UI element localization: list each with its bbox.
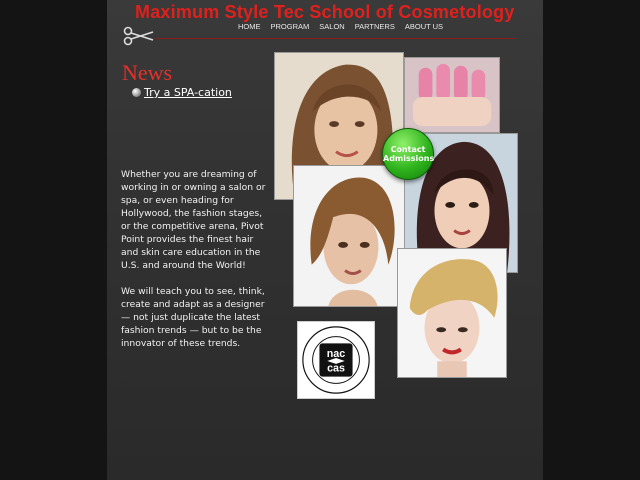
naccas-bottom-text: cas — [327, 363, 345, 375]
intro-text: Whether you are dreaming of working in o… — [121, 168, 271, 363]
news-link-spa-cation[interactable]: Try a SPA-cation — [144, 86, 232, 99]
photo-pink-nails — [404, 57, 500, 133]
photo-model-blonde-fringe — [397, 248, 507, 378]
photo-model-short-bob — [293, 165, 405, 307]
nav-program[interactable]: PROGRAM — [271, 22, 310, 31]
site-title: Maximum Style Tec School of Cosmetology — [135, 2, 515, 22]
intro-paragraph-1: Whether you are dreaming of working in o… — [121, 169, 266, 271]
nav-partners[interactable]: PARTNERS — [355, 22, 395, 31]
nav-salon[interactable]: SALON — [319, 22, 344, 31]
contact-label-line1: Contact — [390, 145, 426, 154]
main-nav: HOME PROGRAM SALON PARTNERS ABOUT US — [238, 22, 443, 31]
bullet-icon — [132, 88, 141, 97]
scissors-icon — [123, 26, 154, 46]
nav-home[interactable]: HOME — [238, 22, 261, 31]
contact-label-line2: Admissions — [383, 154, 435, 163]
right-background — [543, 0, 640, 480]
contact-admissions-button[interactable]: Contact Admissions — [382, 128, 434, 180]
header-divider — [156, 38, 516, 39]
news-heading: News — [122, 60, 173, 85]
intro-paragraph-2: We will teach you to see, think, create … — [121, 286, 265, 349]
naccas-accreditation-logo: nac cas — [297, 321, 375, 399]
nav-about-us[interactable]: ABOUT US — [405, 22, 443, 31]
left-background — [0, 0, 107, 480]
